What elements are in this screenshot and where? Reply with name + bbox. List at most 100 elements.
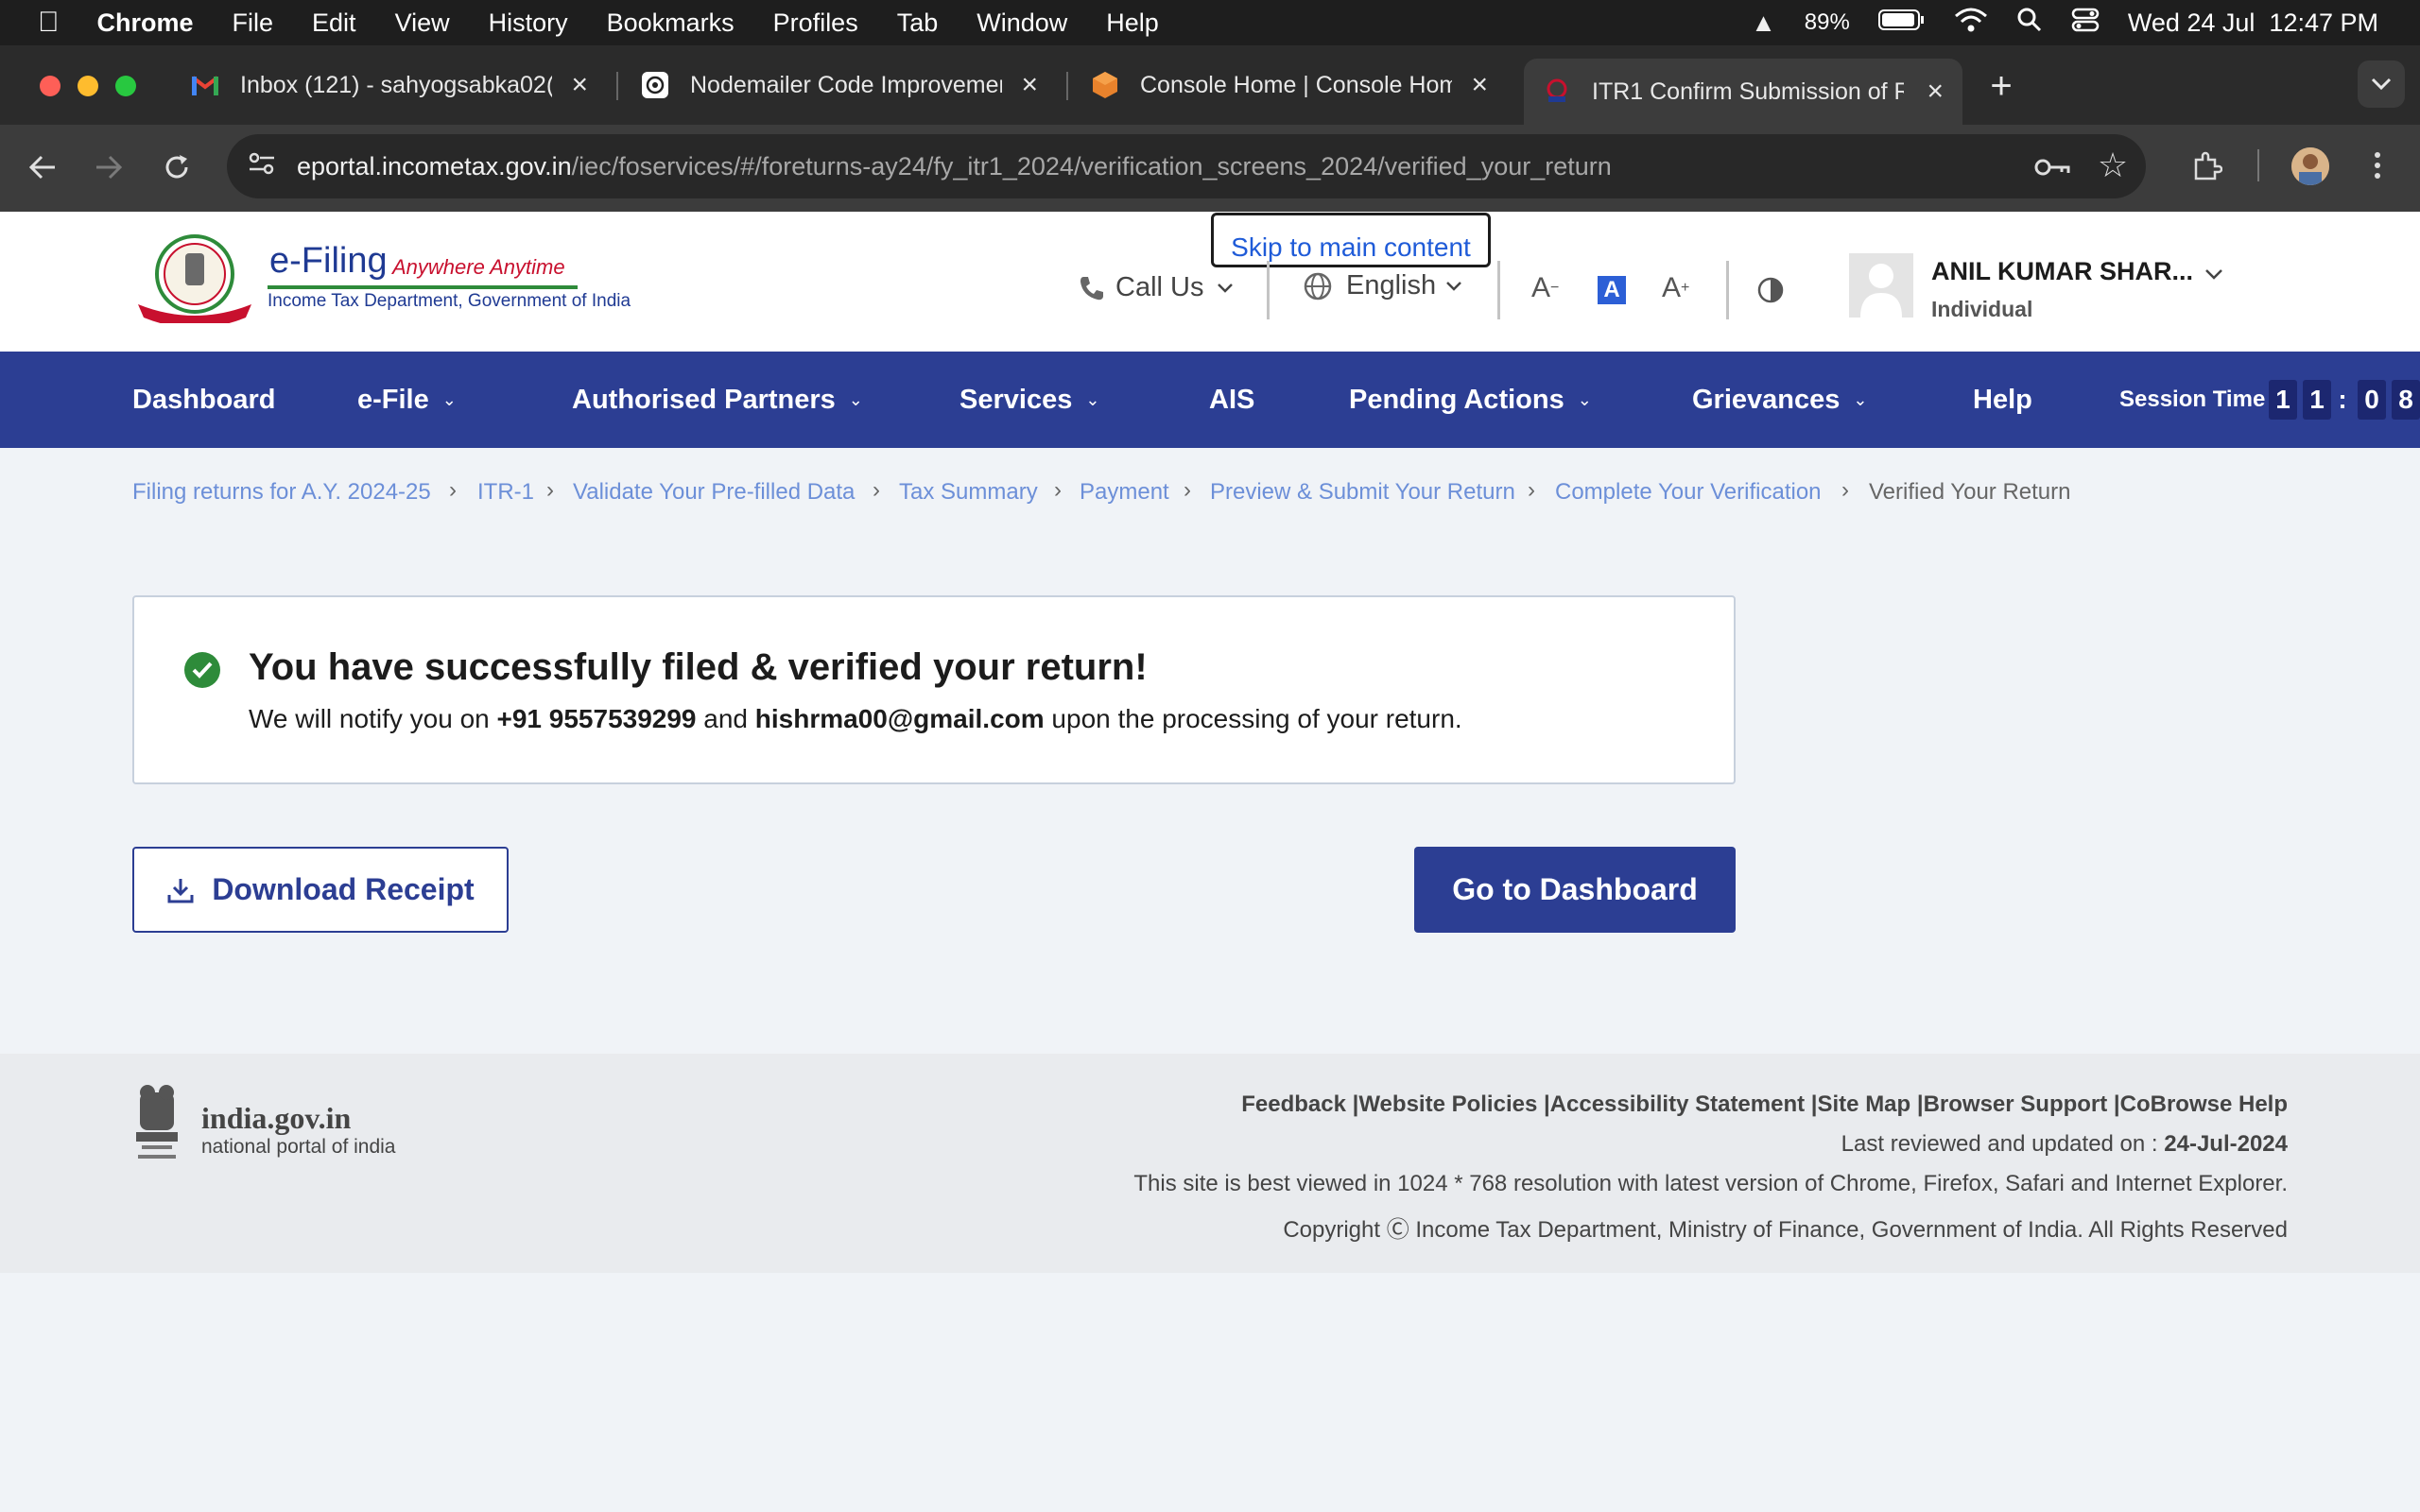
tab-divider — [616, 72, 618, 100]
menu-view[interactable]: View — [395, 9, 450, 38]
forward-icon[interactable] — [87, 146, 130, 189]
window-zoom-button[interactable] — [115, 76, 136, 96]
password-key-icon[interactable] — [2031, 146, 2074, 189]
breadcrumb-separator-icon: › — [1184, 477, 1191, 503]
page-background — [0, 1273, 2420, 1512]
nav-pending-actions[interactable]: Pending Actions ⌄ — [1349, 352, 1592, 448]
download-icon — [167, 878, 194, 902]
tab-search-button[interactable] — [2358, 60, 2405, 108]
breadcrumb-link[interactable]: Payment — [1080, 479, 1169, 506]
url-host: eportal.incometax.gov.in — [297, 151, 572, 180]
menu-help[interactable]: Help — [1106, 9, 1159, 38]
window-minimize-button[interactable] — [78, 76, 98, 96]
spotlight-search-icon[interactable] — [2016, 7, 2043, 40]
notify-and: and — [696, 704, 755, 733]
menu-profiles[interactable]: Profiles — [773, 9, 858, 38]
chevron-down-icon: ⌄ — [1853, 389, 1868, 409]
window-close-button[interactable] — [40, 76, 60, 96]
india-gov-subtitle: national portal of india — [201, 1136, 396, 1158]
contrast-toggle-icon[interactable] — [1756, 276, 1785, 304]
india-gov-link[interactable]: india.gov.in — [201, 1101, 351, 1136]
menu-history[interactable]: History — [489, 9, 568, 38]
download-receipt-button[interactable]: Download Receipt — [132, 847, 509, 933]
breadcrumb-link[interactable]: Filing returns for A.Y. 2024-25 — [132, 479, 431, 506]
new-tab-icon[interactable]: + — [1979, 64, 2023, 108]
user-name[interactable]: ANIL KUMAR SHAR... — [1931, 257, 2193, 286]
address-bar[interactable]: eportal.incometax.gov.in/iec/foservices/… — [227, 134, 2146, 198]
nav-services[interactable]: Services ⌄ — [959, 352, 1099, 448]
extensions-icon[interactable] — [2186, 144, 2229, 187]
close-tab-icon[interactable]: × — [558, 69, 588, 101]
chevron-down-icon: ⌄ — [1577, 389, 1592, 409]
language-label: English — [1346, 270, 1437, 301]
tab-aws-console[interactable]: Console Home | Console Hom × — [1072, 59, 1507, 112]
back-icon[interactable] — [21, 146, 64, 189]
close-tab-icon[interactable]: × — [1913, 76, 1944, 108]
menu-bookmarks[interactable]: Bookmarks — [607, 9, 735, 38]
header-divider — [1497, 261, 1500, 319]
reload-icon[interactable] — [155, 146, 199, 189]
language-dropdown[interactable]: English — [1303, 270, 1462, 301]
close-tab-icon[interactable]: × — [1458, 69, 1488, 101]
site-settings-icon[interactable] — [248, 151, 276, 182]
notification-message: We will notify you on +91 9557539299 and… — [249, 704, 1462, 734]
tab-title: Inbox (121) - sahyogsabka02( — [240, 71, 552, 98]
breadcrumb-link[interactable]: Tax Summary — [899, 479, 1038, 506]
bookmark-star-icon[interactable]: ☆ — [2091, 144, 2135, 187]
close-tab-icon[interactable]: × — [1008, 69, 1038, 101]
control-center-icon[interactable] — [2071, 7, 2100, 40]
efiling-logo-title: e-Filing — [269, 241, 388, 281]
chevron-down-icon[interactable] — [2204, 268, 2223, 280]
increase-font-button[interactable]: A + — [1662, 272, 1689, 304]
nav-help[interactable]: Help — [1973, 352, 2032, 448]
tab-itr1-active[interactable]: ITR1 Confirm Submission of R × — [1524, 59, 1962, 125]
nav-grievances[interactable]: Grievances ⌄ — [1692, 352, 1867, 448]
menu-file[interactable]: File — [233, 9, 274, 38]
call-us-label: Call Us — [1115, 272, 1204, 302]
menu-window[interactable]: Window — [977, 9, 1067, 38]
go-to-dashboard-button[interactable]: Go to Dashboard — [1414, 847, 1736, 933]
breadcrumb-separator-icon: › — [873, 477, 880, 503]
breadcrumb-link[interactable]: Complete Your Verification — [1555, 479, 1822, 506]
mac-menubar:  Chrome File Edit View History Bookmark… — [0, 0, 2420, 45]
nav-label: Grievances — [1692, 384, 1841, 415]
footer-links[interactable]: Feedback |Website Policies |Accessibilit… — [1241, 1091, 2288, 1118]
apple-icon[interactable]:  — [38, 7, 60, 39]
incometax-icon — [1543, 77, 1571, 106]
footer-copyright: Copyright Ⓒ Income Tax Department, Minis… — [1283, 1217, 2288, 1243]
chevron-down-icon: ⌄ — [1085, 389, 1100, 409]
tab-title: ITR1 Confirm Submission of R — [1592, 77, 1904, 105]
skip-to-main-link[interactable]: Skip to main content — [1211, 213, 1491, 267]
income-tax-emblem-logo[interactable] — [132, 232, 257, 328]
default-font-button[interactable]: A — [1598, 276, 1626, 304]
user-avatar[interactable] — [1849, 253, 1913, 318]
nav-dashboard[interactable]: Dashboard — [132, 352, 275, 448]
tab-gmail[interactable]: Inbox (121) - sahyogsabka02( × — [172, 59, 607, 112]
wifi-icon[interactable] — [1954, 7, 1988, 40]
menu-edit[interactable]: Edit — [312, 9, 356, 38]
nav-label: Services — [959, 384, 1073, 415]
nav-authorised-partners[interactable]: Authorised Partners ⌄ — [572, 352, 863, 448]
nav-label: Help — [1973, 384, 2032, 415]
nav-efile[interactable]: e-File ⌄ — [357, 352, 457, 448]
footer-best-viewed: This site is best viewed in 1024 * 768 r… — [1133, 1171, 2288, 1196]
breadcrumb-link[interactable]: Preview & Submit Your Return — [1210, 479, 1515, 506]
tab-chatgpt[interactable]: Nodemailer Code Improvemen × — [622, 59, 1057, 112]
notify-suffix: upon the processing of your return. — [1044, 704, 1462, 733]
chrome-menu-icon[interactable] — [2356, 144, 2399, 187]
profile-avatar[interactable] — [2291, 147, 2329, 185]
call-us-dropdown[interactable]: Call Us — [1078, 272, 1234, 303]
efiling-logo-subtitle: Income Tax Department, Government of Ind… — [268, 291, 631, 311]
breadcrumb-link[interactable]: Validate Your Pre-filled Data — [573, 479, 855, 506]
session-digit: 1 — [2269, 380, 2297, 420]
breadcrumb-link[interactable]: ITR-1 — [477, 479, 534, 506]
decrease-font-button[interactable]: A − — [1531, 272, 1559, 304]
menu-tab[interactable]: Tab — [897, 9, 939, 38]
menu-app-name[interactable]: Chrome — [97, 9, 194, 38]
vlc-icon[interactable]: ▲ — [1751, 9, 1776, 38]
battery-icon[interactable] — [1877, 8, 1926, 39]
nav-ais[interactable]: AIS — [1209, 352, 1254, 448]
footer-last-reviewed: Last reviewed and updated on : 24-Jul-20… — [1841, 1131, 2288, 1158]
menubar-datetime[interactable]: Wed 24 Jul 12:47 PM — [2128, 9, 2378, 38]
check-circle-icon — [184, 652, 220, 688]
